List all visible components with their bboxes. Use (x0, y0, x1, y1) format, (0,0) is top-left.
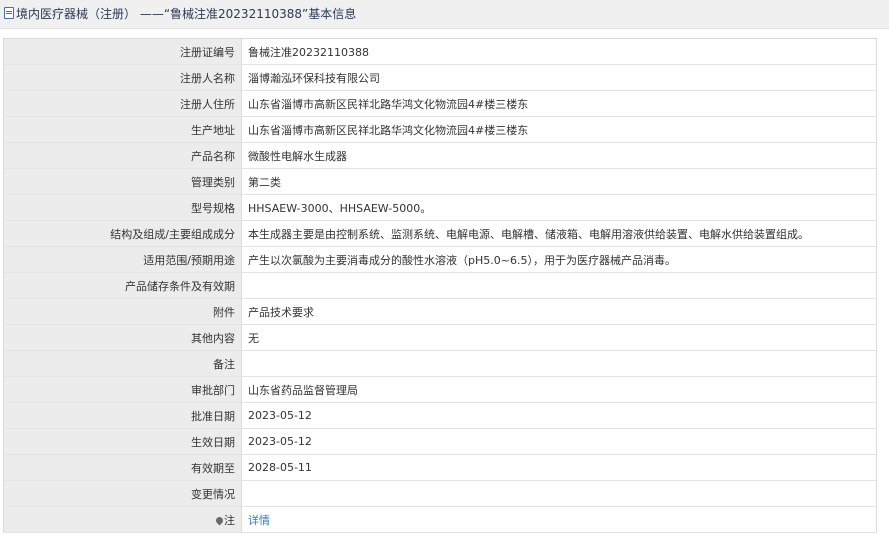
row-value: 产生以次氯酸为主要消毒成分的酸性水溶液（pH5.0~6.5），用于为医疗器械产品… (241, 246, 877, 273)
row-label: 生产地址 (3, 116, 242, 143)
table-row: 生效日期 2023-05-12 (3, 428, 877, 455)
table-row: 注册人名称 淄博瀚泓环保科技有限公司 (3, 64, 877, 91)
note-label: 注 (224, 513, 235, 527)
row-value: 山东省淄博市高新区民祥北路华鸿文化物流园4#楼三楼东 (241, 90, 877, 117)
row-value: 第二类 (241, 168, 877, 195)
row-label: 批准日期 (3, 402, 242, 429)
row-label: 审批部门 (3, 376, 242, 403)
table-row: 产品名称 微酸性电解水生成器 (3, 142, 877, 169)
table-row: 生产地址 山东省淄博市高新区民祥北路华鸿文化物流园4#楼三楼东 (3, 116, 877, 143)
table-row: 产品储存条件及有效期 (3, 272, 877, 299)
info-table: 注册证编号 鲁械注准20232110388 注册人名称 淄博瀚泓环保科技有限公司 注… (3, 38, 877, 533)
row-value: 无 (241, 324, 877, 351)
row-value: 2023-05-12 (241, 402, 877, 429)
table-row: 型号规格 HHSAEW-3000、HHSAEW-5000。 (3, 194, 877, 221)
row-label: 有效期至 (3, 454, 242, 481)
table-row: 附件 产品技术要求 (3, 298, 877, 325)
table-row: 变更情况 (3, 480, 877, 507)
table-row: 备注 (3, 350, 877, 377)
table-row: 其他内容无 (3, 324, 877, 351)
row-value: 鲁械注准20232110388 (241, 38, 877, 65)
row-label: 备注 (3, 350, 242, 377)
row-value (241, 350, 877, 377)
row-value: 本生成器主要是由控制系统、监测系统、电解电源、电解槽、储液箱、电解用溶液供给装置… (241, 220, 877, 247)
table-row: 审批部门 山东省药品监督管理局 (3, 376, 877, 403)
note-row: 注 详情 (3, 506, 877, 533)
table-row: 注册人住所 山东省淄博市高新区民祥北路华鸿文化物流园4#楼三楼东 (3, 90, 877, 117)
page-title-bar: 境内医疗器械（注册） ——“鲁械注准20232110388”基本信息 (0, 0, 889, 29)
table-row: 批准日期 2023-05-12 (3, 402, 877, 429)
row-label: 其他内容 (3, 324, 242, 351)
row-label: 结构及组成/主要组成成分 (3, 220, 242, 247)
table-row: 管理类别 第二类 (3, 168, 877, 195)
info-table-container: 注册证编号 鲁械注准20232110388 注册人名称 淄博瀚泓环保科技有限公司 注… (3, 38, 877, 533)
row-label: 附件 (3, 298, 242, 325)
row-label: 型号规格 (3, 194, 242, 221)
row-value: 2028-05-11 (241, 454, 877, 481)
row-value: HHSAEW-3000、HHSAEW-5000。 (241, 194, 877, 221)
page-title: 境内医疗器械（注册） ——“鲁械注准20232110388”基本信息 (16, 7, 357, 21)
row-value (241, 480, 877, 507)
pin-icon (214, 515, 225, 525)
document-icon (4, 7, 14, 19)
row-label: 管理类别 (3, 168, 242, 195)
row-value: 山东省药品监督管理局 (241, 376, 877, 403)
table-row: 有效期至 2028-05-11 (3, 454, 877, 481)
row-label: 注册证编号 (3, 38, 242, 65)
table-row: 结构及组成/主要组成成分 本生成器主要是由控制系统、监测系统、电解电源、电解槽、储… (3, 220, 877, 247)
row-label: 生效日期 (3, 428, 242, 455)
row-value: 微酸性电解水生成器 (241, 142, 877, 169)
row-value: 2023-05-12 (241, 428, 877, 455)
details-link[interactable]: 详情 (248, 514, 270, 527)
row-label: 产品名称 (3, 142, 242, 169)
row-label: 变更情况 (3, 480, 242, 507)
table-row: 注册证编号 鲁械注准20232110388 (3, 38, 877, 65)
row-value: 山东省淄博市高新区民祥北路华鸿文化物流园4#楼三楼东 (241, 116, 877, 143)
row-value: 淄博瀚泓环保科技有限公司 (241, 64, 877, 91)
row-label: 产品储存条件及有效期 (3, 272, 242, 299)
row-label: 适用范围/预期用途 (3, 246, 242, 273)
note-value-cell: 详情 (241, 506, 877, 533)
table-row: 适用范围/预期用途 产生以次氯酸为主要消毒成分的酸性水溶液（pH5.0~6.5），… (3, 246, 877, 273)
row-label: 注册人名称 (3, 64, 242, 91)
row-label: 注册人住所 (3, 90, 242, 117)
note-label-cell: 注 (3, 506, 242, 533)
row-value (241, 272, 877, 299)
row-value: 产品技术要求 (241, 298, 877, 325)
